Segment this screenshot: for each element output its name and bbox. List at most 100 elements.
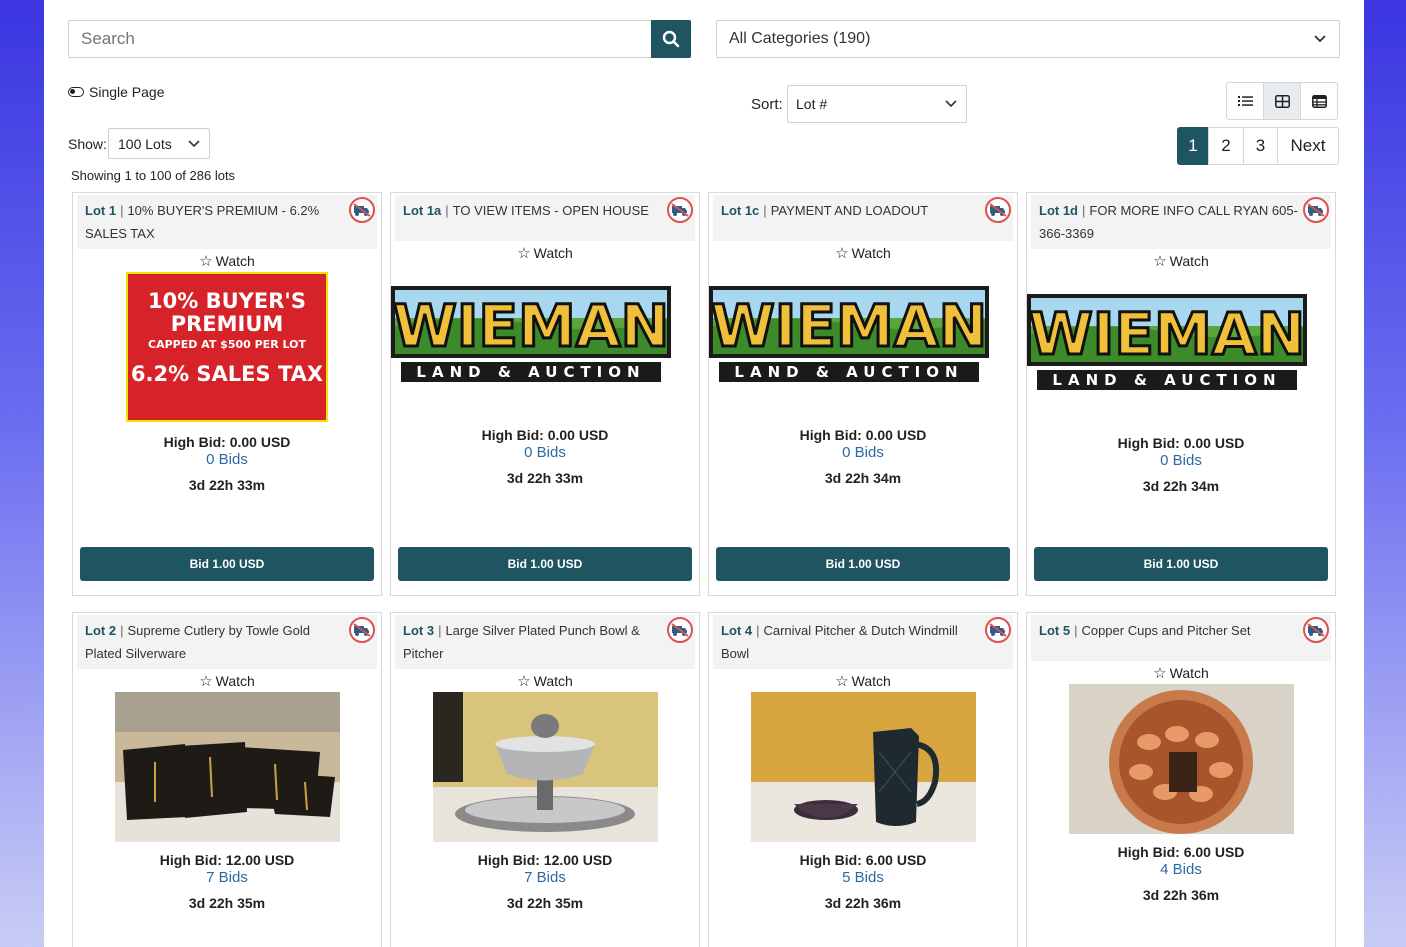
time-remaining: 3d 22h 35m [506, 895, 584, 911]
lot-image[interactable] [114, 692, 340, 842]
watch-label: Watch [851, 245, 891, 261]
lot-title[interactable]: PAYMENT AND LOADOUT [771, 203, 928, 218]
lot-image[interactable] [750, 692, 976, 842]
grid-view-button[interactable] [1263, 82, 1301, 120]
bid-count-link[interactable]: 0 Bids [709, 444, 1017, 461]
star-icon: ☆ [199, 673, 213, 690]
lot-card[interactable]: Lot 5 | Copper Cups and Pitcher Set ☆ Watch… [1026, 612, 1336, 947]
time-remaining: 3d 22h 36m [824, 895, 902, 911]
high-bid: High Bid: 0.00 USD [481, 427, 609, 443]
watch-label: Watch [533, 673, 573, 689]
watch-label: Watch [215, 253, 255, 269]
next-page-button[interactable]: Next [1277, 127, 1339, 165]
bid-count-link[interactable]: 4 Bids [1027, 861, 1335, 878]
lot-number[interactable]: Lot 5 [1039, 623, 1070, 638]
lot-number[interactable]: Lot 4 [721, 623, 752, 638]
page-2-button[interactable]: 2 [1208, 127, 1244, 165]
page-3-button[interactable]: 3 [1243, 127, 1278, 165]
high-bid: High Bid: 6.00 USD [799, 852, 927, 868]
lot-header: Lot 4 | Carnival Pitcher & Dutch Windmill … [713, 615, 1013, 669]
show-select[interactable]: 100 Lots [108, 128, 210, 159]
lot-title[interactable]: Copper Cups and Pitcher Set [1081, 623, 1250, 638]
star-icon: ☆ [517, 245, 531, 262]
lot-number[interactable]: Lot 3 [403, 623, 434, 638]
bid-count-link[interactable]: 7 Bids [73, 869, 381, 886]
lot-card[interactable]: Lot 1 | 10% BUYER'S PREMIUM - 6.2% SALES T… [72, 192, 382, 596]
time-remaining: 3d 22h 33m [188, 477, 266, 493]
show-label: Show: [68, 136, 107, 152]
lot-header: Lot 5 | Copper Cups and Pitcher Set [1031, 615, 1331, 661]
time-remaining: 3d 22h 36m [1142, 887, 1220, 903]
toggle-icon [68, 87, 84, 97]
bid-count-link[interactable]: 5 Bids [709, 869, 1017, 886]
watch-button[interactable]: ☆ Watch [709, 242, 1017, 264]
lot-header: Lot 1a | TO VIEW ITEMS - OPEN HOUSE [395, 195, 695, 241]
lot-image[interactable]: 10% BUYER'S PREMIUM CAPPED AT $500 PER L… [126, 272, 328, 422]
lot-image[interactable] [1068, 684, 1294, 834]
star-icon: ☆ [199, 253, 213, 270]
lot-number[interactable]: Lot 1 [85, 203, 116, 218]
bid-button[interactable]: Bid 1.00 USD [398, 547, 692, 581]
sort-label: Sort: [751, 96, 783, 113]
category-select[interactable]: All Categories (190) [716, 20, 1340, 58]
bid-button[interactable]: Bid 1.00 USD [80, 547, 374, 581]
lot-number[interactable]: Lot 2 [85, 623, 116, 638]
bid-button[interactable]: Bid 1.00 USD [716, 547, 1010, 581]
lot-number[interactable]: Lot 1d [1039, 203, 1078, 218]
watch-button[interactable]: ☆ Watch [73, 250, 381, 272]
watch-button[interactable]: ☆ Watch [1027, 662, 1335, 684]
lot-title[interactable]: TO VIEW ITEMS - OPEN HOUSE [453, 203, 649, 218]
bid-count-link[interactable]: 0 Bids [73, 451, 381, 468]
sort-select[interactable]: Lot # [787, 85, 967, 123]
lot-image[interactable] [432, 692, 658, 842]
logo-brand: WIEMAN [711, 292, 987, 360]
show-selected: 100 Lots [118, 135, 172, 152]
watch-label: Watch [1169, 665, 1209, 681]
page-1-button[interactable]: 1 [1177, 127, 1209, 165]
search-input[interactable] [68, 20, 651, 58]
logo-brand: WIEMAN [393, 292, 669, 360]
premium-line-1: 10% BUYER'S PREMIUM [148, 289, 306, 336]
lot-card[interactable]: Lot 1a | TO VIEW ITEMS - OPEN HOUSE ☆ Watch… [390, 192, 700, 596]
search-button[interactable] [651, 20, 691, 58]
watch-button[interactable]: ☆ Watch [709, 670, 1017, 692]
pagination: 1 2 3 Next [1177, 127, 1339, 165]
lot-card[interactable]: Lot 1d | FOR MORE INFO CALL RYAN 605-366-3… [1026, 192, 1336, 596]
time-remaining: 3d 22h 34m [1142, 478, 1220, 494]
bid-button[interactable]: Bid 1.00 USD [1034, 547, 1328, 581]
table-view-button[interactable] [1300, 82, 1338, 120]
lot-number[interactable]: Lot 1c [721, 203, 759, 218]
time-remaining: 3d 22h 35m [188, 895, 266, 911]
wieman-logo[interactable]: WIEMAN LAND & AUCTION [391, 286, 671, 386]
results-count: Showing 1 to 100 of 286 lots [71, 168, 236, 183]
lot-title[interactable]: Supreme Cutlery by Towle Gold Plated Sil… [85, 623, 310, 661]
high-bid: High Bid: 12.00 USD [477, 852, 613, 868]
watch-button[interactable]: ☆ Watch [1027, 250, 1335, 272]
bid-count-link[interactable]: 7 Bids [391, 869, 699, 886]
watch-label: Watch [1169, 253, 1209, 269]
list-view-icon [1237, 96, 1253, 106]
time-remaining: 3d 22h 33m [506, 470, 584, 486]
list-view-button[interactable] [1226, 82, 1264, 120]
wieman-logo[interactable]: WIEMAN LAND & AUCTION [709, 286, 989, 386]
lot-number[interactable]: Lot 1a [403, 203, 441, 218]
no-shipping-icon [1303, 617, 1329, 643]
premium-line-3: 6.2% SALES TAX [130, 362, 324, 386]
bid-count-link[interactable]: 0 Bids [1027, 452, 1335, 469]
wieman-logo[interactable]: WIEMAN LAND & AUCTION [1027, 294, 1307, 394]
bid-count-link[interactable]: 0 Bids [391, 444, 699, 461]
no-shipping-icon [349, 197, 375, 223]
high-bid: High Bid: 0.00 USD [799, 427, 927, 443]
watch-button[interactable]: ☆ Watch [391, 670, 699, 692]
watch-button[interactable]: ☆ Watch [391, 242, 699, 264]
watch-button[interactable]: ☆ Watch [73, 670, 381, 692]
lot-card[interactable]: Lot 1c | PAYMENT AND LOADOUT ☆ Watch WIEMAN… [708, 192, 1018, 596]
search-icon [662, 30, 680, 48]
single-page-toggle[interactable]: Single Page [68, 84, 165, 100]
star-icon: ☆ [835, 673, 849, 690]
lot-card[interactable]: Lot 2 | Supreme Cutlery by Towle Gold Plat… [72, 612, 382, 947]
no-shipping-icon [985, 197, 1011, 223]
lot-card[interactable]: Lot 3 | Large Silver Plated Punch Bowl & P… [390, 612, 700, 947]
lot-card[interactable]: Lot 4 | Carnival Pitcher & Dutch Windmill … [708, 612, 1018, 947]
chevron-down-icon [945, 100, 957, 108]
